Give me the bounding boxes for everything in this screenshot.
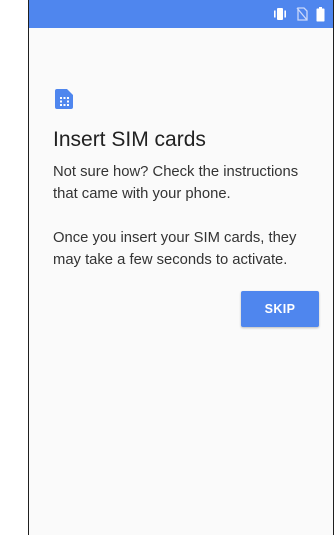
status-bar bbox=[29, 0, 333, 28]
sim-card-icon bbox=[54, 88, 74, 110]
page-title: Insert SIM cards bbox=[53, 128, 206, 151]
device-frame: Insert SIM cards Not sure how? Check the… bbox=[0, 0, 334, 535]
instructions-text: Not sure how? Check the instructions tha… bbox=[53, 164, 299, 202]
skip-button[interactable]: SKIP bbox=[241, 291, 319, 327]
phone-screen: Insert SIM cards Not sure how? Check the… bbox=[28, 0, 334, 535]
setup-content: Insert SIM cards Not sure how? Check the… bbox=[53, 88, 319, 271]
battery-icon bbox=[316, 6, 325, 22]
activation-note-text: Once you insert your SIM cards, they may… bbox=[53, 230, 297, 268]
no-sim-icon bbox=[296, 7, 308, 21]
status-icons bbox=[272, 6, 325, 22]
vibrate-icon bbox=[272, 7, 288, 21]
